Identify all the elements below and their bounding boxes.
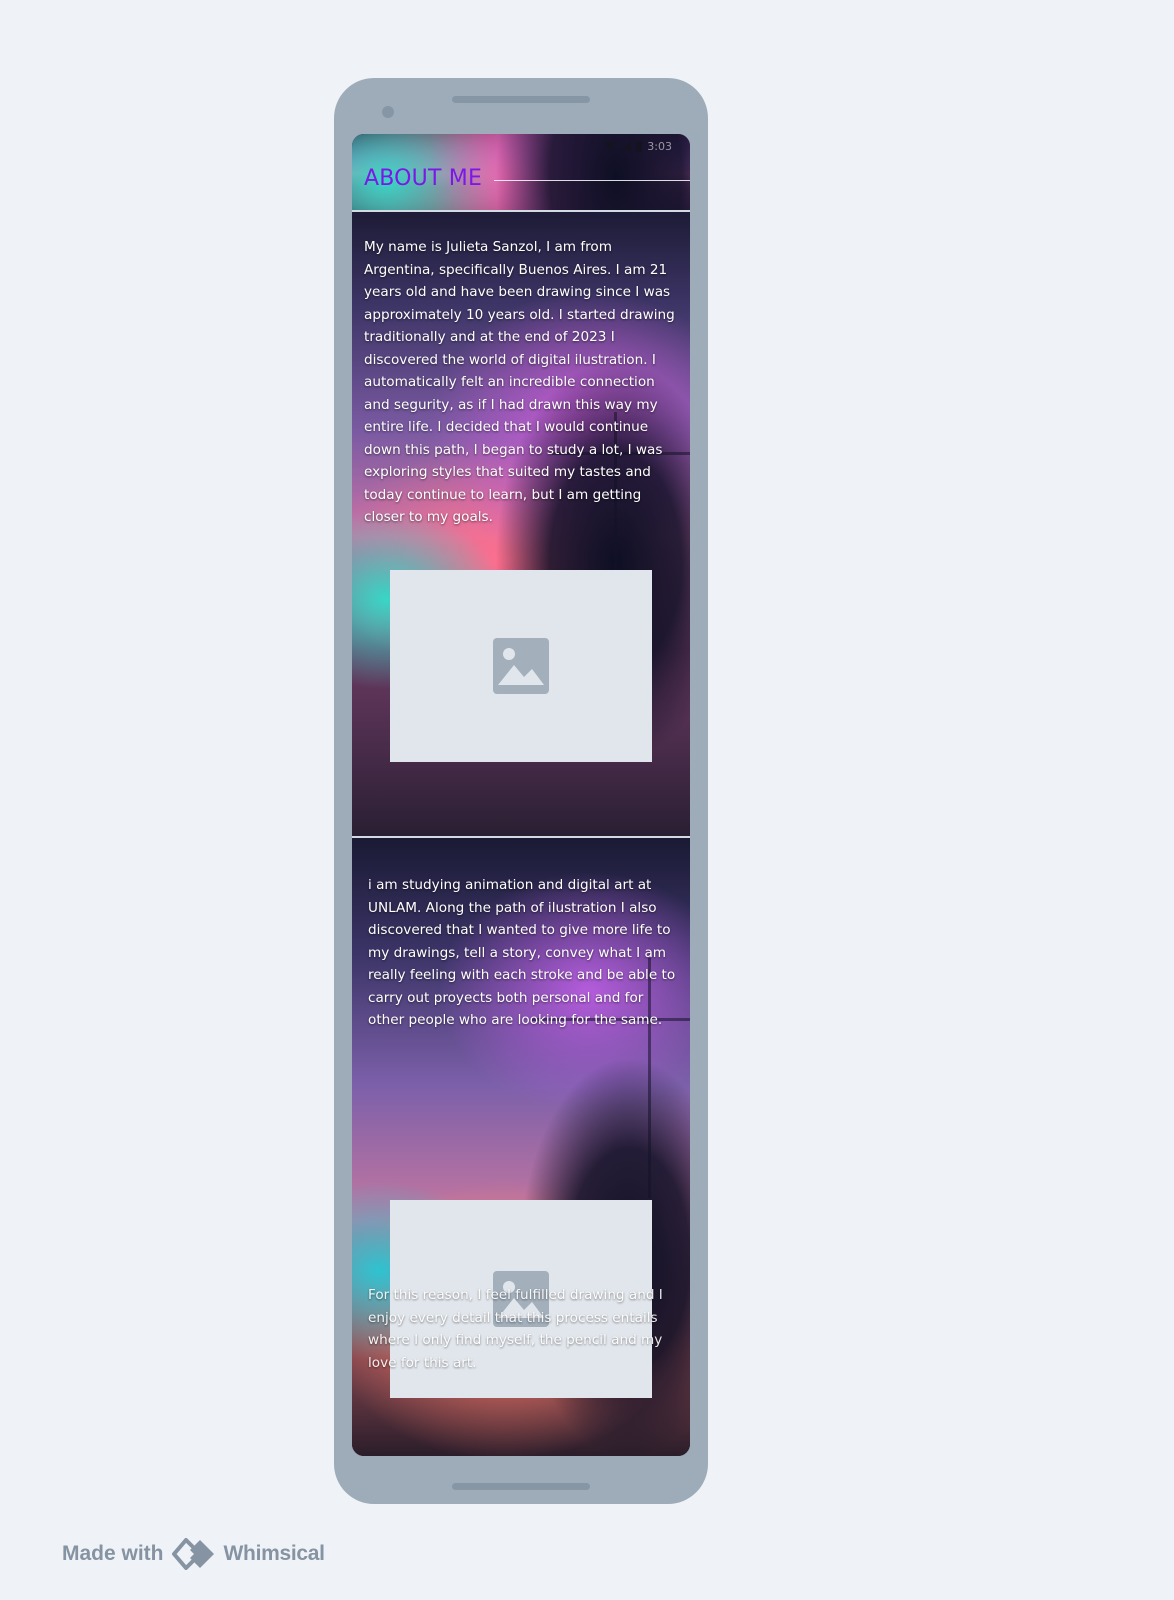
closing-paragraph: For this reason, I feel fulfilled drawin… xyxy=(368,1287,663,1371)
image-icon xyxy=(493,638,549,694)
status-time: 3:03 xyxy=(647,139,672,153)
front-camera xyxy=(382,106,394,118)
page-title: ABOUT ME xyxy=(364,166,483,191)
header-section: 3:03 ABOUT ME xyxy=(352,134,690,210)
signal-icon xyxy=(621,141,632,151)
made-with-badge[interactable]: Made with Whimsical xyxy=(62,1538,325,1570)
phone-screen: 3:03 ABOUT ME My name is Julieta Sanzol,… xyxy=(352,134,690,1456)
intro-paragraph: My name is Julieta Sanzol, I am from Arg… xyxy=(364,239,675,525)
wifi-icon xyxy=(604,141,617,151)
phone-frame: 3:03 ABOUT ME My name is Julieta Sanzol,… xyxy=(334,78,708,1504)
whimsical-logo-icon xyxy=(171,1538,214,1570)
bottom-speaker xyxy=(452,1483,590,1490)
battery-icon xyxy=(636,140,643,152)
made-with-label: Made with xyxy=(62,1542,164,1565)
studies-paragraph: i am studying animation and digital art … xyxy=(368,877,676,1028)
intro-section: My name is Julieta Sanzol, I am from Arg… xyxy=(352,212,690,836)
studies-section: i am studying animation and digital art … xyxy=(352,838,690,1456)
title-rule xyxy=(494,180,690,181)
whimsical-brand-name: Whimsical xyxy=(223,1542,325,1565)
top-speaker xyxy=(452,96,590,103)
status-bar: 3:03 xyxy=(604,138,672,154)
canvas: 3:03 ABOUT ME My name is Julieta Sanzol,… xyxy=(0,0,1174,1600)
image-placeholder[interactable] xyxy=(390,570,652,762)
